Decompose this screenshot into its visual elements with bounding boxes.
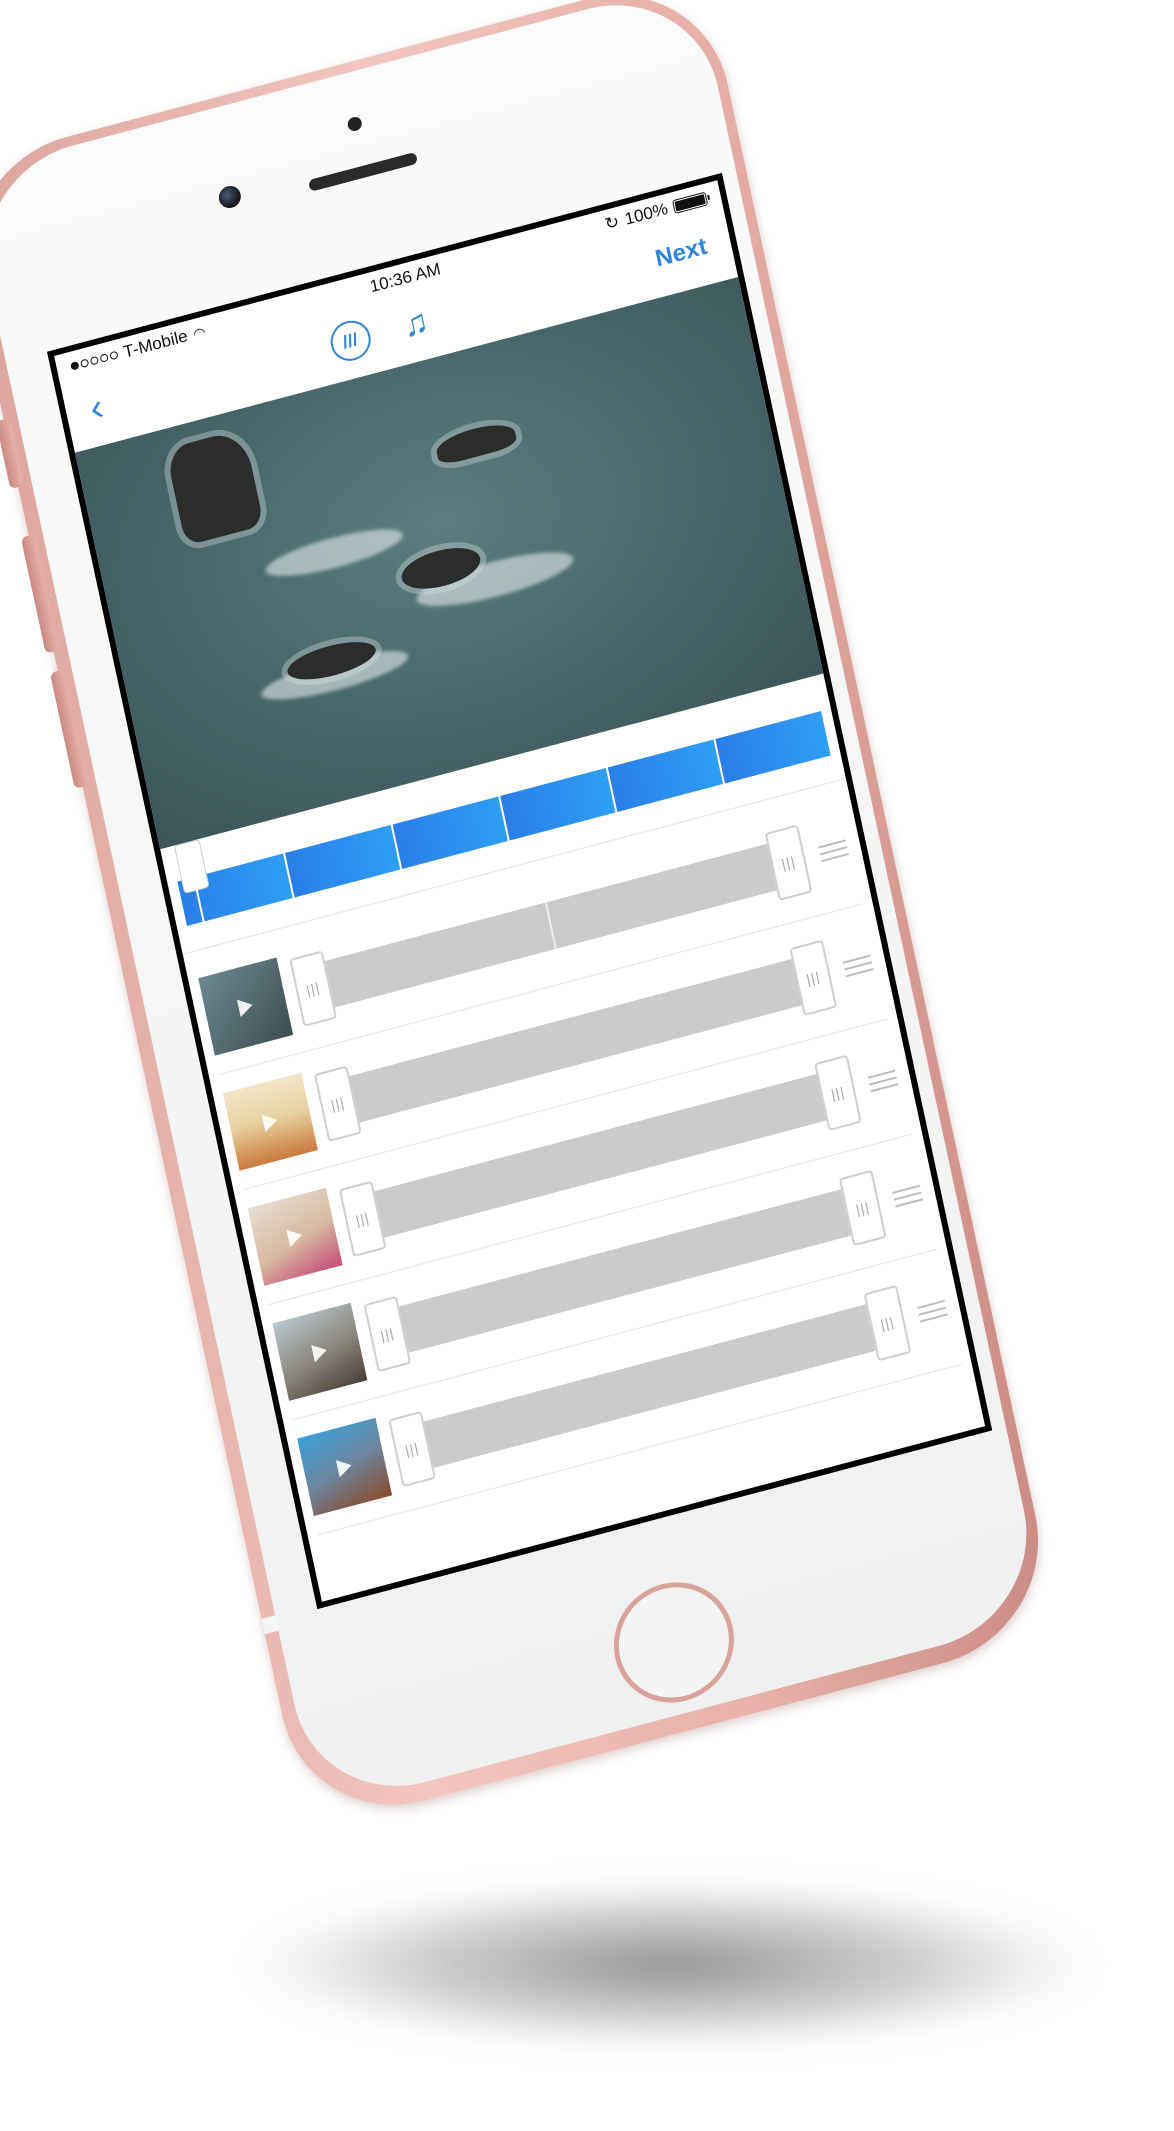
- timeline-segment: [500, 767, 616, 841]
- next-button[interactable]: Next: [653, 233, 710, 274]
- home-button[interactable]: [602, 1568, 746, 1717]
- music-note-icon[interactable]: ♫: [399, 301, 432, 345]
- clip-thumbnail[interactable]: [222, 1072, 318, 1171]
- nav-center-tools: /// ♫: [326, 301, 433, 366]
- wifi-icon: ◠: [191, 323, 207, 342]
- reorder-handle-icon[interactable]: [889, 1184, 926, 1208]
- timeline-segment: [285, 824, 401, 898]
- play-icon: [311, 1341, 329, 1363]
- phone-body: T-Mobile ◠ 10:36 AM ↻ 100% ‹ /// ♫ Next …: [0, 0, 1061, 1832]
- rock: [433, 418, 518, 467]
- battery-icon: [672, 191, 709, 214]
- phone-face: T-Mobile ◠ 10:36 AM ↻ 100% ‹ /// ♫ Next …: [0, 0, 1047, 1811]
- timeline-segment: [607, 739, 724, 812]
- clip-thumbnail[interactable]: [272, 1302, 368, 1401]
- play-icon: [261, 1111, 280, 1133]
- proximity-sensor: [346, 115, 364, 133]
- play-icon: [286, 1226, 304, 1248]
- clip-thumbnail[interactable]: [297, 1417, 393, 1517]
- reorder-handle-icon[interactable]: [865, 1069, 902, 1093]
- clip-thumbnail[interactable]: [247, 1187, 343, 1286]
- timeline-segment: [715, 710, 831, 784]
- rock: [165, 428, 265, 546]
- front-camera: [216, 183, 243, 211]
- reorder-handle-icon[interactable]: [815, 839, 852, 863]
- stage: T-Mobile ◠ 10:36 AM ↻ 100% ‹ /// ♫ Next …: [0, 0, 1174, 2131]
- reorder-handle-icon[interactable]: [914, 1299, 951, 1323]
- filter-circle-icon[interactable]: ///: [326, 316, 374, 366]
- screen: T-Mobile ◠ 10:36 AM ↻ 100% ‹ /// ♫ Next …: [47, 172, 993, 1610]
- timeline-segment: [392, 796, 508, 869]
- play-icon: [335, 1456, 354, 1478]
- earpiece-speaker: [307, 151, 419, 192]
- clip-thumbnail[interactable]: [198, 957, 294, 1056]
- phone-wrap: T-Mobile ◠ 10:36 AM ↻ 100% ‹ /// ♫ Next …: [0, 0, 1174, 2131]
- orientation-lock-icon: ↻: [603, 211, 622, 234]
- reorder-handle-icon[interactable]: [840, 954, 877, 978]
- app-screen: T-Mobile ◠ 10:36 AM ↻ 100% ‹ /// ♫ Next …: [54, 180, 986, 1602]
- play-icon: [236, 996, 255, 1018]
- chevron-left-icon[interactable]: ‹: [86, 386, 107, 430]
- signal-icon: [70, 350, 119, 371]
